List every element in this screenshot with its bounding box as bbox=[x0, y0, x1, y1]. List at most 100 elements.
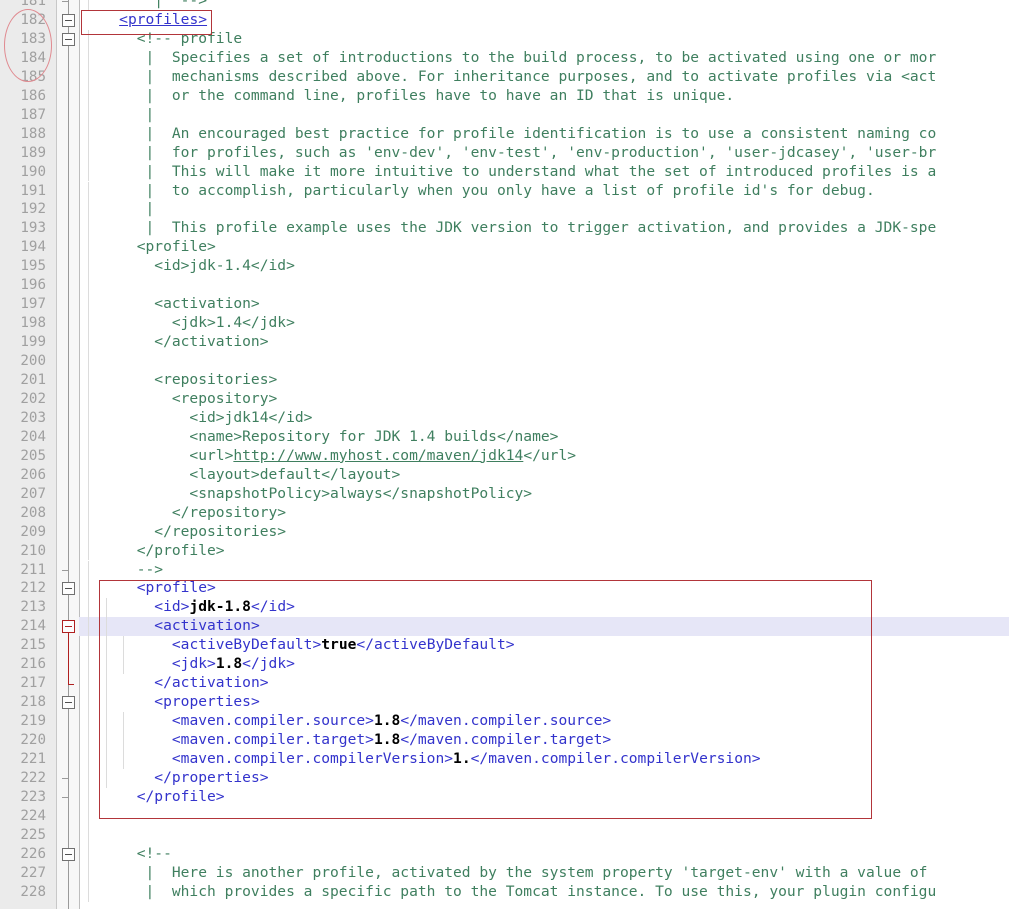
code-line[interactable]: 193 | This profile example uses the JDK … bbox=[0, 219, 1009, 239]
code-text[interactable]: | This profile example uses the JDK vers… bbox=[84, 219, 937, 238]
code-text[interactable]: </repository> bbox=[84, 504, 286, 523]
code-line[interactable]: 194 <profile> bbox=[0, 238, 1009, 258]
code-line[interactable]: 220 <maven.compiler.target>1.8</maven.co… bbox=[0, 731, 1009, 750]
code-text[interactable]: | to accomplish, particularly when you o… bbox=[84, 182, 875, 201]
code-line[interactable]: 215 <activeByDefault>true</activeByDefau… bbox=[0, 636, 1009, 656]
code-line[interactable]: 216 <jdk>1.8</jdk> bbox=[0, 655, 1009, 675]
code-line[interactable]: 186 | or the command line, profiles have… bbox=[0, 86, 1009, 106]
code-text[interactable]: <maven.compiler.target>1.8</maven.compil… bbox=[84, 731, 611, 750]
code-text[interactable]: <repositories> bbox=[84, 371, 277, 390]
code-line[interactable]: 208 </repository> bbox=[0, 503, 1009, 523]
code-line[interactable]: 188 | An encouraged best practice for pr… bbox=[0, 124, 1009, 144]
code-line[interactable]: 214 <activation> bbox=[0, 617, 1009, 637]
code-line[interactable]: 195 <id>jdk-1.4</id> bbox=[0, 257, 1009, 277]
code-line[interactable]: 204 <name>Repository for JDK 1.4 builds<… bbox=[0, 427, 1009, 447]
code-line[interactable]: 223 </profile> bbox=[0, 787, 1009, 807]
code-editor[interactable]: 181 | --> 182 <profiles> 183 <!-- profile 1… bbox=[0, 0, 1009, 909]
code-text[interactable]: <id>jdk14</id> bbox=[84, 409, 312, 428]
code-line[interactable]: 222 </properties> bbox=[0, 768, 1009, 788]
code-line[interactable]: 217 </activation> bbox=[0, 674, 1009, 694]
code-line[interactable]: 226 <!-- bbox=[0, 844, 1009, 864]
code-text[interactable]: <profile> bbox=[84, 238, 216, 257]
code-text[interactable]: </profile> bbox=[84, 788, 225, 807]
code-line[interactable]: 221 <maven.compiler.compilerVersion>1.</… bbox=[0, 750, 1009, 769]
token-taglink[interactable]: <profiles> bbox=[119, 11, 207, 28]
code-line[interactable]: 202 <repository> bbox=[0, 389, 1009, 409]
code-line[interactable]: 224 bbox=[0, 806, 1009, 826]
code-line[interactable]: 183 <!-- profile bbox=[0, 29, 1009, 49]
code-line[interactable]: 185 | mechanisms described above. For in… bbox=[0, 67, 1009, 87]
code-line[interactable]: 225 bbox=[0, 825, 1009, 845]
fold-collapse-icon[interactable] bbox=[62, 620, 75, 634]
code-text[interactable]: <repository> bbox=[84, 390, 277, 409]
code-line[interactable]: 198 <jdk>1.4</jdk> bbox=[0, 314, 1009, 334]
code-line[interactable]: 212 <profile> bbox=[0, 579, 1009, 599]
code-text[interactable]: <maven.compiler.source>1.8</maven.compil… bbox=[84, 712, 611, 731]
code-text[interactable]: <jdk>1.4</jdk> bbox=[84, 314, 295, 333]
code-text[interactable]: <!-- bbox=[84, 845, 172, 864]
code-line[interactable]: 227 | Here is another profile, activated… bbox=[0, 863, 1009, 883]
code-line[interactable]: 196 bbox=[0, 276, 1009, 296]
code-line[interactable]: 205 <url>http://www.myhost.com/maven/jdk… bbox=[0, 446, 1009, 466]
code-text[interactable]: | or the command line, profiles have to … bbox=[84, 87, 735, 106]
code-text[interactable]: | --> bbox=[84, 0, 207, 11]
code-text[interactable]: <snapshotPolicy>always</snapshotPolicy> bbox=[84, 485, 532, 504]
code-text[interactable]: | bbox=[84, 200, 155, 219]
code-line[interactable]: 210 </profile> bbox=[0, 541, 1009, 561]
code-text[interactable]: <id>jdk-1.4</id> bbox=[84, 257, 295, 276]
code-line[interactable]: 192 | bbox=[0, 200, 1009, 220]
code-line[interactable]: 211 --> bbox=[0, 560, 1009, 580]
code-text[interactable]: --> bbox=[84, 561, 163, 580]
code-text[interactable]: | This will make it more intuitive to un… bbox=[84, 163, 937, 182]
code-text[interactable]: <jdk>1.8</jdk> bbox=[84, 655, 295, 674]
code-text[interactable]: <maven.compiler.compilerVersion>1.</mave… bbox=[84, 750, 761, 769]
code-line[interactable]: 191 | to accomplish, particularly when y… bbox=[0, 181, 1009, 201]
code-text[interactable]: <layout>default</layout> bbox=[84, 466, 400, 485]
code-text[interactable]: | Here is another profile, activated by … bbox=[84, 864, 928, 883]
code-line[interactable]: 184 | Specifies a set of introductions t… bbox=[0, 48, 1009, 68]
code-line[interactable]: 209 </repositories> bbox=[0, 522, 1009, 542]
code-line[interactable]: 187 | bbox=[0, 105, 1009, 125]
code-text[interactable]: | mechanisms described above. For inheri… bbox=[84, 68, 937, 87]
code-text[interactable]: <!-- profile bbox=[84, 30, 242, 49]
code-text[interactable]: <url>http://www.myhost.com/maven/jdk14</… bbox=[84, 447, 576, 466]
fold-collapse-icon[interactable] bbox=[62, 32, 75, 46]
code-line[interactable]: 201 <repositories> bbox=[0, 371, 1009, 390]
code-text[interactable]: | for profiles, such as 'env-dev', 'env-… bbox=[84, 144, 937, 163]
code-text[interactable]: <activation> bbox=[84, 617, 259, 636]
code-text[interactable]: | Specifies a set of introductions to th… bbox=[84, 49, 937, 68]
code-line[interactable]: 213 <id>jdk-1.8</id> bbox=[0, 598, 1009, 618]
code-text[interactable]: <profiles> bbox=[84, 11, 207, 30]
code-line[interactable]: 197 <activation> bbox=[0, 295, 1009, 315]
code-line[interactable]: 189 | for profiles, such as 'env-dev', '… bbox=[0, 143, 1009, 163]
code-line[interactable]: 219 <maven.compiler.source>1.8</maven.co… bbox=[0, 712, 1009, 732]
fold-collapse-icon[interactable] bbox=[62, 582, 75, 596]
code-text[interactable]: </repositories> bbox=[84, 523, 286, 542]
code-text[interactable]: <properties> bbox=[84, 693, 259, 712]
code-line[interactable]: 206 <layout>default</layout> bbox=[0, 465, 1009, 485]
code-line[interactable]: 190 | This will make it more intuitive t… bbox=[0, 162, 1009, 182]
code-line[interactable]: 200 bbox=[0, 352, 1009, 371]
code-line[interactable]: 182 <profiles> bbox=[0, 11, 1009, 30]
code-text[interactable]: </activation> bbox=[84, 333, 268, 352]
code-text[interactable]: <profile> bbox=[84, 579, 216, 598]
fold-collapse-icon[interactable] bbox=[62, 13, 75, 27]
code-text[interactable]: <activeByDefault>true</activeByDefault> bbox=[84, 636, 515, 655]
code-text[interactable]: | which provides a specific path to the … bbox=[84, 883, 937, 902]
code-line[interactable]: 207 <snapshotPolicy>always</snapshotPoli… bbox=[0, 484, 1009, 504]
code-line[interactable]: 228 | which provides a specific path to … bbox=[0, 882, 1009, 902]
code-text[interactable]: <name>Repository for JDK 1.4 builds</nam… bbox=[84, 428, 558, 447]
code-text[interactable]: | bbox=[84, 106, 155, 125]
code-text[interactable]: | An encouraged best practice for profil… bbox=[84, 125, 937, 144]
code-line[interactable]: 203 <id>jdk14</id> bbox=[0, 408, 1009, 428]
code-line[interactable]: 218 <properties> bbox=[0, 693, 1009, 713]
fold-collapse-icon[interactable] bbox=[62, 696, 75, 710]
code-line[interactable]: 199 </activation> bbox=[0, 333, 1009, 353]
code-text[interactable]: <activation> bbox=[84, 295, 259, 314]
token-lnk[interactable]: http://www.myhost.com/maven/jdk14 bbox=[233, 447, 523, 464]
fold-collapse-icon[interactable] bbox=[62, 847, 75, 861]
code-text[interactable]: </profile> bbox=[84, 542, 225, 561]
code-line[interactable]: 181 | --> bbox=[0, 0, 1009, 11]
code-text[interactable]: </properties> bbox=[84, 769, 268, 788]
code-text[interactable]: </activation> bbox=[84, 674, 268, 693]
